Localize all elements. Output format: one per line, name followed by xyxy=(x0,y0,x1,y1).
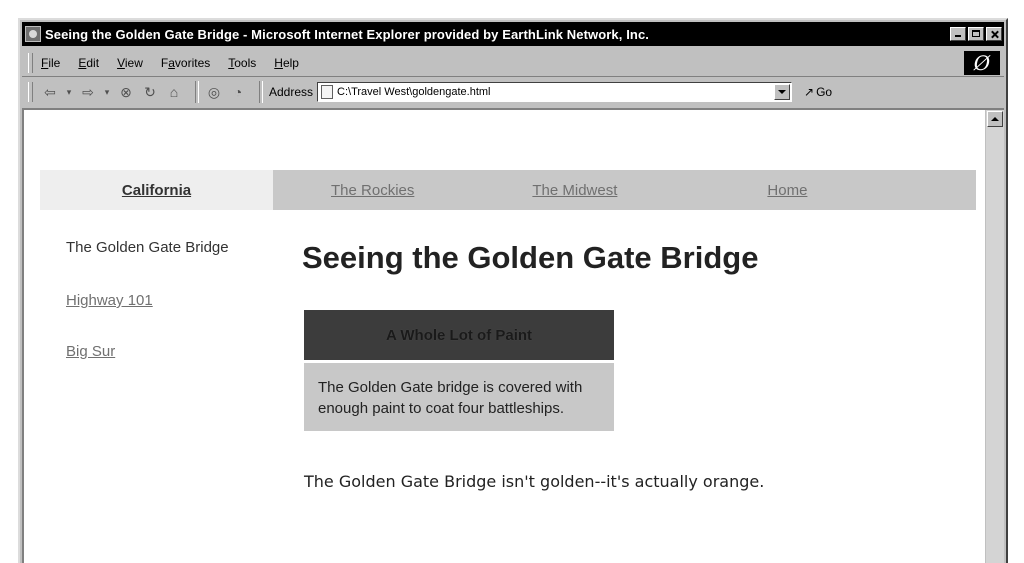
menu-favorites-accel: a xyxy=(168,56,175,70)
go-label: Go xyxy=(816,85,833,99)
address-label: Address xyxy=(269,85,314,99)
close-button[interactable] xyxy=(986,27,1002,41)
address-value: C:\Travel West\goldengate.html xyxy=(337,86,491,98)
callout-title: A Whole Lot of Paint xyxy=(304,310,614,360)
menu-file-label: ile xyxy=(48,56,61,70)
refresh-icon[interactable]: ↻ xyxy=(141,83,159,101)
nav-california[interactable]: California xyxy=(40,170,273,210)
menu-view[interactable]: View xyxy=(117,56,143,70)
menu-favorites-label: vorites xyxy=(174,56,211,70)
menu-help[interactable]: Help xyxy=(274,56,299,70)
sidebar: The Golden Gate Bridge Highway 101 Big S… xyxy=(66,238,246,360)
nav-links: The Rockies The Midwest Home xyxy=(273,170,976,210)
menu-favorites[interactable]: Favorites xyxy=(161,56,210,70)
menu-edit-label: dit xyxy=(86,56,100,70)
ie-app-icon[interactable] xyxy=(25,26,41,42)
nav-the-midwest[interactable]: The Midwest xyxy=(532,182,617,199)
forward-arrow-icon[interactable]: ⇨ xyxy=(79,83,97,101)
page-title: Seeing the Golden Gate Bridge xyxy=(302,240,759,275)
toolbar-separator xyxy=(195,81,199,103)
sidebar-current-page: The Golden Gate Bridge xyxy=(66,239,229,256)
sidebar-link-highway-101[interactable]: Highway 101 xyxy=(66,292,246,309)
toolbar-separator-2 xyxy=(259,81,263,103)
ie-logo-icon: Ø xyxy=(964,51,1000,75)
standard-toolbar: ⇦ ▾ ⇨ ▾ ⊗ ↻ ⌂ ◎ ◔ Address C:\Travel West… xyxy=(22,78,1004,106)
home-icon[interactable]: ⌂ xyxy=(165,83,183,101)
maximize-button[interactable] xyxy=(968,27,984,41)
menu-view-label: iew xyxy=(124,56,143,70)
go-button[interactable]: ↗ Go xyxy=(804,85,832,99)
body-paragraph: The Golden Gate Bridge isn't golden--it'… xyxy=(304,472,765,491)
callout-body: The Golden Gate bridge is covered with e… xyxy=(304,363,614,431)
address-dropdown-button[interactable] xyxy=(774,84,791,100)
menu-tools[interactable]: Tools xyxy=(228,56,256,70)
menu-help-label: elp xyxy=(282,56,299,70)
menu-file[interactable]: File xyxy=(41,56,60,70)
menu-bar: File Edit View Favorites Tools Help Ø xyxy=(22,50,1004,77)
nav-home[interactable]: Home xyxy=(767,182,807,199)
scroll-up-button[interactable] xyxy=(987,111,1003,127)
menu-view-accel: V xyxy=(117,56,125,70)
toolbar-grip-2[interactable] xyxy=(28,82,33,102)
toolbar-grip[interactable] xyxy=(28,53,33,73)
back-arrow-icon[interactable]: ⇦ xyxy=(41,83,59,101)
browser-window: Seeing the Golden Gate Bridge - Microsof… xyxy=(18,18,1008,563)
page-icon xyxy=(321,85,334,99)
history-icon[interactable]: ◔ xyxy=(229,83,247,101)
page-viewport: California The Rockies The Midwest Home … xyxy=(22,108,1004,563)
address-input[interactable]: C:\Travel West\goldengate.html xyxy=(317,82,793,102)
minimize-button[interactable] xyxy=(950,27,966,41)
vertical-scrollbar[interactable] xyxy=(985,110,1004,563)
window-title: Seeing the Golden Gate Bridge - Microsof… xyxy=(45,26,649,42)
title-bar: Seeing the Golden Gate Bridge - Microsof… xyxy=(22,22,1004,46)
menu-edit[interactable]: Edit xyxy=(78,56,99,70)
menu-help-accel: H xyxy=(274,56,283,70)
nav-the-rockies[interactable]: The Rockies xyxy=(331,182,414,199)
search-icon[interactable]: ◎ xyxy=(205,83,223,101)
site-nav: California The Rockies The Midwest Home xyxy=(40,170,976,210)
stop-icon[interactable]: ⊗ xyxy=(117,83,135,101)
go-arrow-icon: ↗ xyxy=(804,85,815,99)
forward-dropdown-icon[interactable]: ▾ xyxy=(103,83,111,101)
menu-tools-label: ools xyxy=(234,56,257,70)
fact-callout: A Whole Lot of Paint The Golden Gate bri… xyxy=(304,310,614,431)
sidebar-link-big-sur[interactable]: Big Sur xyxy=(66,343,246,360)
back-dropdown-icon[interactable]: ▾ xyxy=(65,83,73,101)
